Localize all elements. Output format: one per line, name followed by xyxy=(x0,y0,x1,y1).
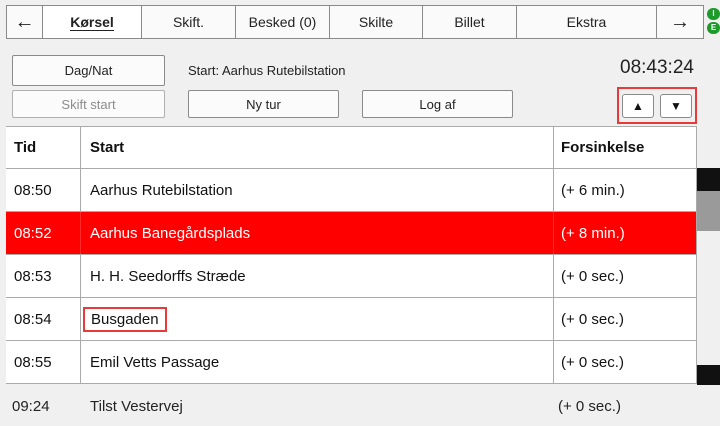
scrollbar-track-bottom xyxy=(697,365,720,385)
change-start-button-label: Skift start xyxy=(61,96,116,112)
row-delay: (+ 8 min.) xyxy=(553,212,697,254)
caret-up-icon: ▲ xyxy=(632,99,644,113)
row-time: 08:50 xyxy=(14,181,52,199)
table-row[interactable]: 08:54 Busgaden (+ 0 sec.) xyxy=(6,298,697,341)
overflow-row-stop: Tilst Vestervej xyxy=(90,398,183,415)
tab-bar: ← Kørsel Skift. Besked (0) Skilte Billet… xyxy=(6,5,704,39)
overflow-row-time: 09:24 xyxy=(12,398,50,415)
row-delay: (+ 6 min.) xyxy=(553,169,697,211)
row-delay: (+ 0 sec.) xyxy=(553,298,697,340)
scroll-up-button[interactable]: ▲ xyxy=(622,94,654,118)
tab-besked[interactable]: Besked (0) xyxy=(235,5,329,39)
row-stop: H. H. Seedorffs Stræde xyxy=(80,255,553,297)
row-stop: Aarhus Rutebilstation xyxy=(80,169,553,211)
row-delay: (+ 0 sec.) xyxy=(553,255,697,297)
scrollbar-thumb[interactable] xyxy=(697,191,720,231)
table-row-selected[interactable]: 08:52 Aarhus Banegårdsplads (+ 8 min.) xyxy=(6,212,697,255)
header-start: Start xyxy=(80,127,553,168)
daynight-button[interactable]: Dag/Nat xyxy=(12,55,165,86)
tab-ekstra-label: Ekstra xyxy=(566,14,607,30)
status-indicator-bottom: E xyxy=(707,22,720,34)
row-time: 08:55 xyxy=(14,353,52,371)
clock: 08:43:24 xyxy=(620,57,694,78)
row-delay: (+ 0 sec.) xyxy=(553,341,697,383)
new-trip-button[interactable]: Ny tur xyxy=(188,90,339,118)
tab-billet[interactable]: Billet xyxy=(422,5,516,39)
tab-billet-label: Billet xyxy=(454,14,485,30)
logout-button-label: Log af xyxy=(419,96,456,112)
tab-skilte-label: Skilte xyxy=(358,14,394,30)
tab-skift-label: Skift. xyxy=(172,14,205,30)
scroll-buttons-highlight: ▲ ▼ xyxy=(617,87,697,124)
table-row[interactable]: 08:55 Emil Vetts Passage (+ 0 sec.) xyxy=(6,341,697,384)
scroll-down-button[interactable]: ▼ xyxy=(660,94,692,118)
tab-korsel[interactable]: Kørsel xyxy=(42,5,141,39)
row-time: 08:53 xyxy=(14,267,52,285)
logout-button[interactable]: Log af xyxy=(362,90,513,118)
forward-arrow-icon: → xyxy=(670,10,690,33)
tab-korsel-label: Kørsel xyxy=(70,13,114,31)
row-stop: Aarhus Banegårdsplads xyxy=(80,212,553,254)
start-station-label: Start: Aarhus Rutebilstation xyxy=(188,63,346,78)
row-stop-cell: Busgaden xyxy=(80,298,553,340)
forward-arrow-tab[interactable]: → xyxy=(656,5,704,39)
row-time: 08:52 xyxy=(14,224,52,242)
back-arrow-icon: ← xyxy=(14,10,35,33)
table-row[interactable]: 08:53 H. H. Seedorffs Stræde (+ 0 sec.) xyxy=(6,255,697,298)
status-indicator: I E xyxy=(707,8,720,34)
table-row[interactable]: 08:50 Aarhus Rutebilstation (+ 6 min.) xyxy=(6,169,697,212)
stops-table: Tid Start Forsinkelse 08:50 Aarhus Ruteb… xyxy=(6,126,697,384)
row-time: 08:54 xyxy=(14,310,52,328)
tab-skift[interactable]: Skift. xyxy=(141,5,235,39)
overflow-row[interactable]: 09:24 Tilst Vestervej (+ 0 sec.) xyxy=(0,387,720,426)
tab-skilte[interactable]: Skilte xyxy=(329,5,422,39)
caret-down-icon: ▼ xyxy=(670,99,682,113)
overflow-row-delay: (+ 0 sec.) xyxy=(558,398,621,415)
tab-besked-label: Besked (0) xyxy=(248,14,317,30)
row-stop-highlighted: Busgaden xyxy=(83,306,167,332)
header-time: Tid xyxy=(14,139,37,156)
header-delay: Forsinkelse xyxy=(553,127,697,168)
row-stop: Emil Vetts Passage xyxy=(80,341,553,383)
tab-ekstra[interactable]: Ekstra xyxy=(516,5,656,39)
new-trip-button-label: Ny tur xyxy=(246,96,281,112)
back-arrow-tab[interactable]: ← xyxy=(6,5,42,39)
status-indicator-top: I xyxy=(707,8,720,20)
change-start-button[interactable]: Skift start xyxy=(12,90,165,118)
scrollbar-track-top xyxy=(697,168,720,191)
table-header: Tid Start Forsinkelse xyxy=(6,126,697,169)
daynight-button-label: Dag/Nat xyxy=(64,63,113,78)
